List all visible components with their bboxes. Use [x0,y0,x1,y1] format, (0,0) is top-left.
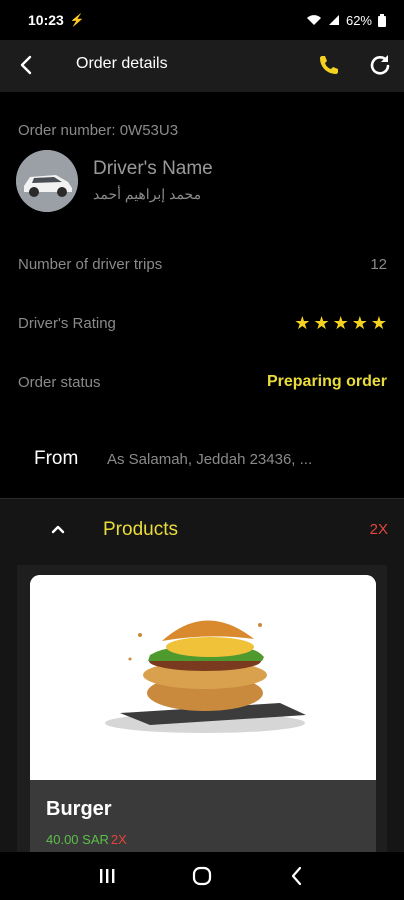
products-title[interactable]: Products [103,519,178,541]
star-icon: ★ [351,313,368,333]
product-footer: Burger 40.00 SAR 2X [30,780,376,852]
driver-trips-value: 12 [370,256,387,273]
app-bar: Order details [0,40,404,92]
order-status-value: Preparing order [266,373,387,390]
signal-icon [328,15,339,25]
driver-trips-label: Number of driver trips [18,256,163,273]
system-nav-bar [0,852,404,900]
system-back-icon[interactable] [284,863,310,889]
driver-name: Driver's Name [93,158,213,179]
product-price-value: 40.00 SAR [46,832,109,847]
status-time: 10:23 [28,12,64,28]
product-card[interactable]: Burger 40.00 SAR 2X [30,575,376,852]
star-icon: ★ [332,313,349,333]
phone-icon[interactable] [316,52,342,78]
refresh-icon[interactable] [367,52,393,78]
battery-icon [378,13,386,27]
order-details-content: Order number: 0W53U3 Driver's Name محمد … [0,92,404,852]
order-status-label: Order status [18,374,101,391]
products-panel: Products 2X Burger 40.00 SAR 2X [0,498,404,852]
from-label: From [34,448,79,469]
battery-percent: 62% [345,12,372,28]
from-address: As Salamah, Jeddah 23436, ... [107,451,313,468]
product-quantity: 2X [110,832,127,847]
product-image [30,575,376,780]
status-left: 10:23 ⚡ [28,12,85,28]
star-icon: ★ [370,313,387,333]
home-icon[interactable] [189,863,215,889]
status-bar: 10:23 ⚡ 62% [0,0,404,40]
star-icon: ★ [294,313,311,333]
star-icon: ★ [313,313,330,333]
driver-avatar [16,150,78,212]
chevron-up-icon[interactable] [48,519,68,539]
wifi-icon [306,15,321,25]
product-price: 40.00 SAR 2X [46,832,127,847]
back-arrow-icon[interactable] [14,52,40,78]
order-number: Order number: 0W53U3 [18,122,179,139]
page-title: Order details [76,55,168,72]
driver-rating-label: Driver's Rating [18,315,116,332]
products-count: 2X [369,521,388,538]
recent-apps-icon[interactable] [94,863,120,889]
car-image [16,150,78,212]
driver-name-arabic: محمد إبراهيم أحمد [93,186,202,202]
status-right: 62% [306,13,386,28]
notification-icon: ⚡ [69,13,85,27]
product-name: Burger [46,798,112,820]
burger-image [105,620,306,733]
driver-rating-stars: ★ ★ ★ ★ ★ [294,314,387,332]
